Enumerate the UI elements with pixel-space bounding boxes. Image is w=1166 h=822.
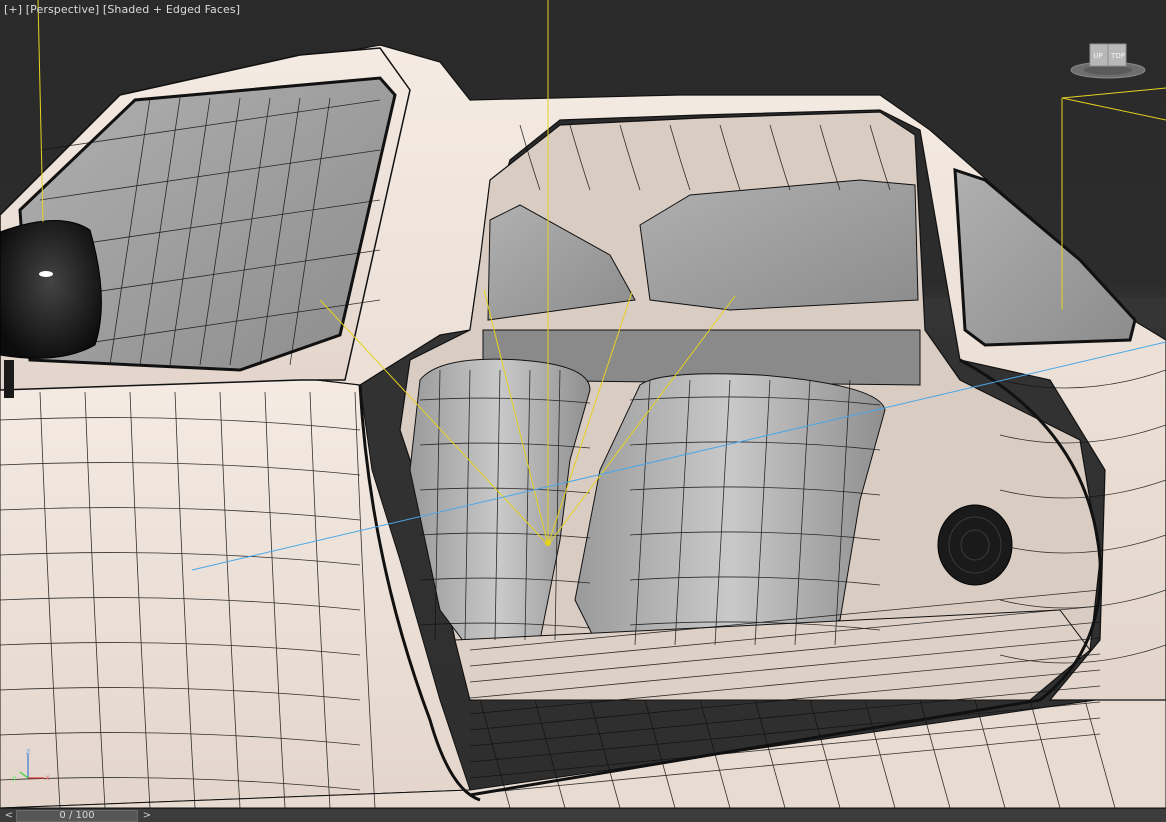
car-3d-model[interactable]	[0, 0, 1166, 808]
viewport-view-menu[interactable]: [Perspective]	[26, 3, 100, 16]
viewport-menu-plus[interactable]: [+]	[4, 3, 22, 16]
viewport-label: [+] [Perspective] [Shaded + Edged Faces]	[4, 3, 240, 16]
time-slider-bar[interactable]: < 0 / 100 >	[0, 808, 1166, 822]
time-prev-button[interactable]: <	[2, 809, 16, 822]
axis-x-label: x	[45, 773, 50, 782]
time-next-button[interactable]: >	[140, 809, 154, 822]
viewcube-face-up: UP	[1093, 52, 1102, 60]
time-slider-thumb[interactable]: 0 / 100	[16, 810, 138, 822]
speaker-icon	[937, 504, 1013, 586]
axis-z-label: z	[26, 747, 30, 756]
viewcube-icon[interactable]: UP TOP	[1068, 38, 1148, 82]
viewcube-face-top: TOP	[1110, 52, 1125, 60]
perspective-viewport[interactable]: [+] [Perspective] [Shaded + Edged Faces]…	[0, 0, 1166, 808]
viewport-shading-menu[interactable]: [Shaded + Edged Faces]	[103, 3, 240, 16]
axis-y-label: y	[12, 773, 17, 782]
axis-tripod-icon: z x y	[12, 747, 50, 782]
